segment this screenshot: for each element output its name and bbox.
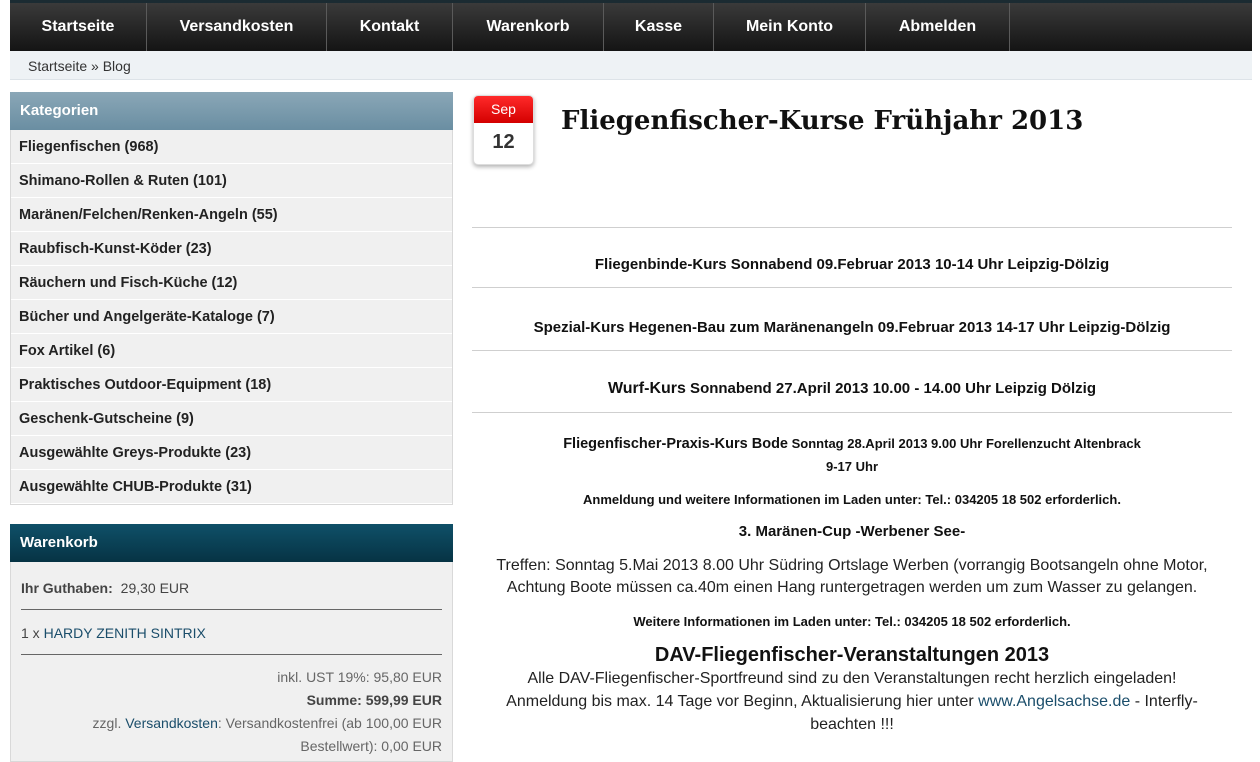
shipping-link[interactable]: Versandkosten — [125, 715, 218, 731]
cup-title: 3. Maränen-Cup -Werbener See- — [738, 523, 966, 540]
dav-line-2-suffix: - Interfly- — [1130, 693, 1198, 710]
course-fliegenbinde: Fliegenbinde-Kurs Sonnabend 09.Februar 2… — [594, 256, 1110, 273]
divider — [472, 350, 1232, 351]
category-item[interactable]: Shimano-Rollen & Ruten (101) — [11, 164, 452, 198]
shipping-line: zzgl. Versandkosten: Versandkostenfrei (… — [12, 715, 442, 731]
shipping-prefix: zzgl. — [92, 715, 122, 731]
category-item[interactable]: Bücher und Angelgeräte-Kataloge (7) — [11, 300, 452, 334]
divider — [21, 654, 442, 655]
category-item[interactable]: Maränen/Felchen/Renken-Angeln (55) — [11, 198, 452, 232]
divider — [21, 609, 442, 610]
main-navigation: Startseite Versandkosten Kontakt Warenko… — [10, 0, 1252, 51]
nav-warenkorb[interactable]: Warenkorb — [453, 3, 604, 51]
category-item[interactable]: Räuchern und Fisch-Küche (12) — [11, 266, 452, 300]
course-wurf-name: Wurf-Kurs — [607, 380, 686, 397]
category-item[interactable]: Fliegenfischen (968) — [11, 130, 452, 164]
cart-item-link[interactable]: HARDY ZENITH SINTRIX — [44, 625, 206, 641]
category-item[interactable]: Ausgewählte Greys-Produkte (23) — [11, 436, 452, 470]
nav-startseite[interactable]: Startseite — [10, 3, 147, 51]
info-note: Weitere Informationen im Laden unter: Te… — [633, 614, 1071, 629]
credit-row: Ihr Guthaben: 29,30 EUR — [21, 580, 442, 596]
course-bode-name: Fliegenfischer-Praxis-Kurs Bode — [563, 436, 789, 452]
dav-line-1: Alle DAV-Fliegenfischer-Sportfreund sind… — [527, 670, 1177, 687]
dav-title: DAV-Fliegenfischer-Veranstaltungen 2013 — [654, 644, 1050, 666]
order-value-line: Bestellwert): 0,00 EUR — [300, 738, 442, 754]
cup-line-1: Treffen: Sonntag 5.Mai 2013 8.00 Uhr Süd… — [496, 557, 1208, 574]
course-wurf-details: Sonnabend 27.April 2013 10.00 - 14.00 Uh… — [685, 380, 1097, 397]
date-month: Sep — [474, 96, 533, 123]
categories-header: Kategorien — [10, 92, 453, 130]
category-item[interactable]: Ausgewählte CHUB-Produkte (31) — [11, 470, 452, 504]
credit-value: 29,30 EUR — [120, 580, 190, 596]
divider — [472, 227, 1232, 228]
nav-kontakt[interactable]: Kontakt — [327, 3, 453, 51]
category-item[interactable]: Praktisches Outdoor-Equipment (18) — [11, 368, 452, 402]
breadcrumb[interactable]: Startseite » Blog — [10, 51, 1252, 80]
nav-mein-konto[interactable]: Mein Konto — [714, 3, 866, 51]
course-bode-details: Sonntag 28.April 2013 9.00 Uhr Forellenz… — [788, 436, 1141, 451]
dav-line-2-text: Anmeldung bis max. 14 Tage vor Beginn, A… — [506, 693, 979, 710]
cart-item-row: 1 x HARDY ZENITH SINTRIX — [21, 625, 442, 641]
tax-line: inkl. UST 19%: 95,80 EUR — [277, 669, 442, 685]
post-title[interactable]: Fliegenfischer-Kurse Frühjahr 2013 — [561, 106, 1083, 136]
credit-label: Ihr Guthaben: — [21, 580, 113, 596]
sum-line: Summe: 599,99 EUR — [306, 692, 442, 708]
nav-abmelden[interactable]: Abmelden — [866, 3, 1010, 51]
cart-item-qty: 1 x — [21, 625, 40, 641]
cart-header: Warenkorb — [10, 524, 453, 562]
dav-line-2: Anmeldung bis max. 14 Tage vor Beginn, A… — [472, 693, 1232, 711]
category-item[interactable]: Geschenk-Gutscheine (9) — [11, 402, 452, 436]
cup-line-2: Achtung Boote müssen ca.40m einen Hang r… — [506, 579, 1198, 596]
nav-kasse[interactable]: Kasse — [604, 3, 714, 51]
angelsachse-link[interactable]: www.Angelsachse.de — [978, 693, 1130, 710]
shipping-rest: : Versandkostenfrei (ab 100,00 EUR — [217, 715, 442, 731]
divider — [472, 287, 1232, 288]
course-bode: Fliegenfischer-Praxis-Kurs Bode Sonntag … — [472, 435, 1232, 453]
category-list: Fliegenfischen (968) Shimano-Rollen & Ru… — [10, 130, 453, 505]
calendar-date-badge: Sep 12 — [473, 95, 534, 165]
course-wurf: Wurf-Kurs Sonnabend 27.April 2013 10.00 … — [472, 380, 1232, 398]
course-bode-time: 9-17 Uhr — [825, 459, 879, 474]
date-day: 12 — [492, 131, 515, 153]
cart-box: Ihr Guthaben: 29,30 EUR 1 x HARDY ZENITH… — [10, 562, 453, 762]
divider — [472, 412, 1232, 413]
course-hegenen: Spezial-Kurs Hegenen-Bau zum Maränenange… — [533, 319, 1171, 336]
registration-note: Anmeldung und weitere Informationen im L… — [583, 492, 1121, 507]
category-item[interactable]: Raubfisch-Kunst-Köder (23) — [11, 232, 452, 266]
dav-line-3: beachten !!! — [810, 716, 894, 733]
nav-versandkosten[interactable]: Versandkosten — [147, 3, 327, 51]
category-item[interactable]: Fox Artikel (6) — [11, 334, 452, 368]
